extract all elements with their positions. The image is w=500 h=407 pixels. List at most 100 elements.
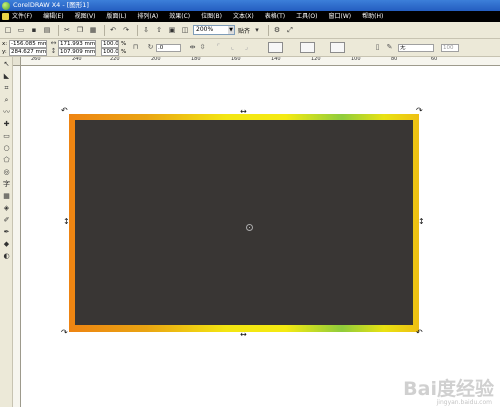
ellipse-tool-icon[interactable]: ○ <box>2 144 11 153</box>
rotation-center-icon[interactable] <box>246 224 253 231</box>
crop-tool-icon[interactable]: ⌗ <box>2 84 11 93</box>
width-field[interactable]: 171.993 mm <box>58 40 96 48</box>
x-position-field[interactable]: -156.085 mm <box>9 40 47 48</box>
height-icon: ↕ <box>50 47 57 55</box>
welcome-screen-icon[interactable]: ◫ <box>180 25 190 35</box>
outline-style-box[interactable] <box>300 42 315 53</box>
lock-ratio-icon[interactable]: ⊓ <box>131 43 140 52</box>
baidu-watermark-url: jingyan.baidu.com <box>436 399 492 406</box>
mirror-horizontal-icon[interactable]: ⇹ <box>188 43 197 52</box>
scale-width-field[interactable]: 100.0 <box>101 40 119 48</box>
ruler-tick-label: 120 <box>311 57 321 62</box>
menu-text[interactable]: 文本(X) <box>233 11 254 22</box>
menu-help[interactable]: 帮助(H) <box>362 11 383 22</box>
ruler-tick-label: 160 <box>231 57 241 62</box>
interactive-blend-icon[interactable]: ◈ <box>2 204 11 213</box>
vertical-ruler[interactable] <box>13 66 21 407</box>
to-front-icon[interactable]: ▯ <box>373 43 382 52</box>
ruler-tick-label: 200 <box>151 57 161 62</box>
smart-fill-icon[interactable]: ✚ <box>2 120 11 129</box>
wrap-text-box[interactable] <box>268 42 283 53</box>
outline-end-box[interactable] <box>330 42 345 53</box>
y-label: y: <box>2 49 7 55</box>
rectangle-tool-icon[interactable]: ▭ <box>2 132 11 141</box>
rotate-handle-top-left-icon[interactable]: ↶ <box>61 107 68 115</box>
freehand-tool-icon[interactable]: 〰 <box>2 108 11 117</box>
transform-icon[interactable]: ⤢ <box>285 25 295 35</box>
polygon-tool-icon[interactable]: ⬠ <box>2 156 11 165</box>
zoom-level-value: 200% <box>196 26 214 33</box>
zoom-level-select[interactable]: 200% ▼ <box>193 25 235 35</box>
corner-chamfer-icon[interactable]: ⌟ <box>242 43 251 52</box>
menu-view[interactable]: 视图(V) <box>75 11 96 22</box>
menu-effects[interactable]: 效果(C) <box>169 11 190 22</box>
skew-handle-right-icon[interactable]: ↕ <box>418 218 425 226</box>
eyedropper-tool-icon[interactable]: ✐ <box>2 216 11 225</box>
rotate-handle-bottom-right-icon[interactable]: ↶ <box>416 329 423 337</box>
rotate-icon: ↻ <box>147 43 154 51</box>
skew-handle-top-icon[interactable]: ↔ <box>240 108 247 116</box>
skew-handle-bottom-icon[interactable]: ↔ <box>240 331 247 339</box>
text-tool-icon[interactable]: 字 <box>2 180 11 189</box>
copy-icon[interactable]: ❐ <box>75 25 85 35</box>
mirror-vertical-icon[interactable]: ⇳ <box>198 43 207 52</box>
snap-to-label[interactable]: 贴齐 <box>238 26 250 35</box>
outline-size-field[interactable]: 100 <box>441 44 459 52</box>
pen-outline-icon[interactable]: ✎ <box>385 43 394 52</box>
baidu-watermark-logo: Bai度经验 <box>403 378 494 400</box>
open-folder-icon[interactable]: ▭ <box>16 25 26 35</box>
rotation-angle-field[interactable]: .0 <box>156 44 181 52</box>
application-launcher-icon[interactable]: ▣ <box>167 25 177 35</box>
menu-window[interactable]: 窗口(W) <box>329 11 352 22</box>
drawing-canvas[interactable]: ↶ ↔ ↷ ↕ ↕ ↷ ↔ ↶ Bai度经验 jingyan.baidu.com <box>22 66 500 407</box>
paste-icon[interactable]: ▦ <box>88 25 98 35</box>
ruler-tick-label: 260 <box>31 57 41 62</box>
menu-layout[interactable]: 版面(L) <box>106 11 126 22</box>
scale-height-field[interactable]: 100.0 <box>101 48 119 56</box>
table-tool-icon[interactable]: ▦ <box>2 192 11 201</box>
print-icon[interactable]: ▤ <box>42 25 52 35</box>
menu-file[interactable]: 文件(F) <box>12 11 32 22</box>
menu-edit[interactable]: 编辑(E) <box>43 11 63 22</box>
chevron-down-icon[interactable]: ▾ <box>252 25 262 35</box>
menu-bitmaps[interactable]: 位图(B) <box>201 11 222 22</box>
save-icon[interactable]: ▪ <box>29 25 39 35</box>
document-icon[interactable] <box>2 13 9 20</box>
pick-tool-icon[interactable]: ↖ <box>2 60 11 69</box>
outline-width-select[interactable]: 无 <box>398 44 434 52</box>
corner-scallop-icon[interactable]: ⌞ <box>228 43 237 52</box>
fill-tool-icon[interactable]: ◆ <box>2 240 11 249</box>
basic-shapes-icon[interactable]: ◎ <box>2 168 11 177</box>
selected-rectangle-outline[interactable] <box>69 114 419 332</box>
toolbox: ↖ ◣ ⌗ ⌕ 〰 ✚ ▭ ○ ⬠ ◎ 字 ▦ ◈ ✐ ✒ ◆ ◐ <box>0 57 13 407</box>
chevron-down-icon: ▼ <box>228 26 234 34</box>
ruler-tick-label: 140 <box>271 57 281 62</box>
options-icon[interactable]: ⚙ <box>272 25 282 35</box>
rectangle-fill[interactable] <box>75 120 413 325</box>
menu-arrange[interactable]: 排列(A) <box>137 11 158 22</box>
height-field[interactable]: 107.909 mm <box>58 48 96 56</box>
shape-tool-icon[interactable]: ◣ <box>2 72 11 81</box>
outline-tool-icon[interactable]: ✒ <box>2 228 11 237</box>
x-label: x: <box>2 41 8 47</box>
corner-round-icon[interactable]: ⌜ <box>214 43 223 52</box>
horizontal-ruler[interactable]: 260 240 220 200 180 160 140 120 100 80 6… <box>13 57 500 66</box>
skew-handle-left-icon[interactable]: ↕ <box>63 218 70 226</box>
ruler-tick-label: 100 <box>351 57 361 62</box>
zoom-tool-icon[interactable]: ⌕ <box>2 96 11 105</box>
new-document-icon[interactable]: □ <box>3 25 13 35</box>
undo-icon[interactable]: ↶ <box>108 25 118 35</box>
ruler-origin[interactable] <box>13 57 21 66</box>
import-icon[interactable]: ⇩ <box>141 25 151 35</box>
cut-icon[interactable]: ✂ <box>62 25 72 35</box>
rotate-handle-bottom-left-icon[interactable]: ↷ <box>61 329 68 337</box>
percent-label: % <box>121 49 127 55</box>
ruler-tick-label: 60 <box>431 57 438 62</box>
y-position-field[interactable]: 284.627 mm <box>9 48 47 56</box>
rotate-handle-top-right-icon[interactable]: ↷ <box>416 107 423 115</box>
interactive-fill-icon[interactable]: ◐ <box>2 252 11 261</box>
redo-icon[interactable]: ↷ <box>121 25 131 35</box>
export-icon[interactable]: ⇧ <box>154 25 164 35</box>
menu-tools[interactable]: 工具(O) <box>296 11 317 22</box>
menu-table[interactable]: 表格(T) <box>265 11 285 22</box>
